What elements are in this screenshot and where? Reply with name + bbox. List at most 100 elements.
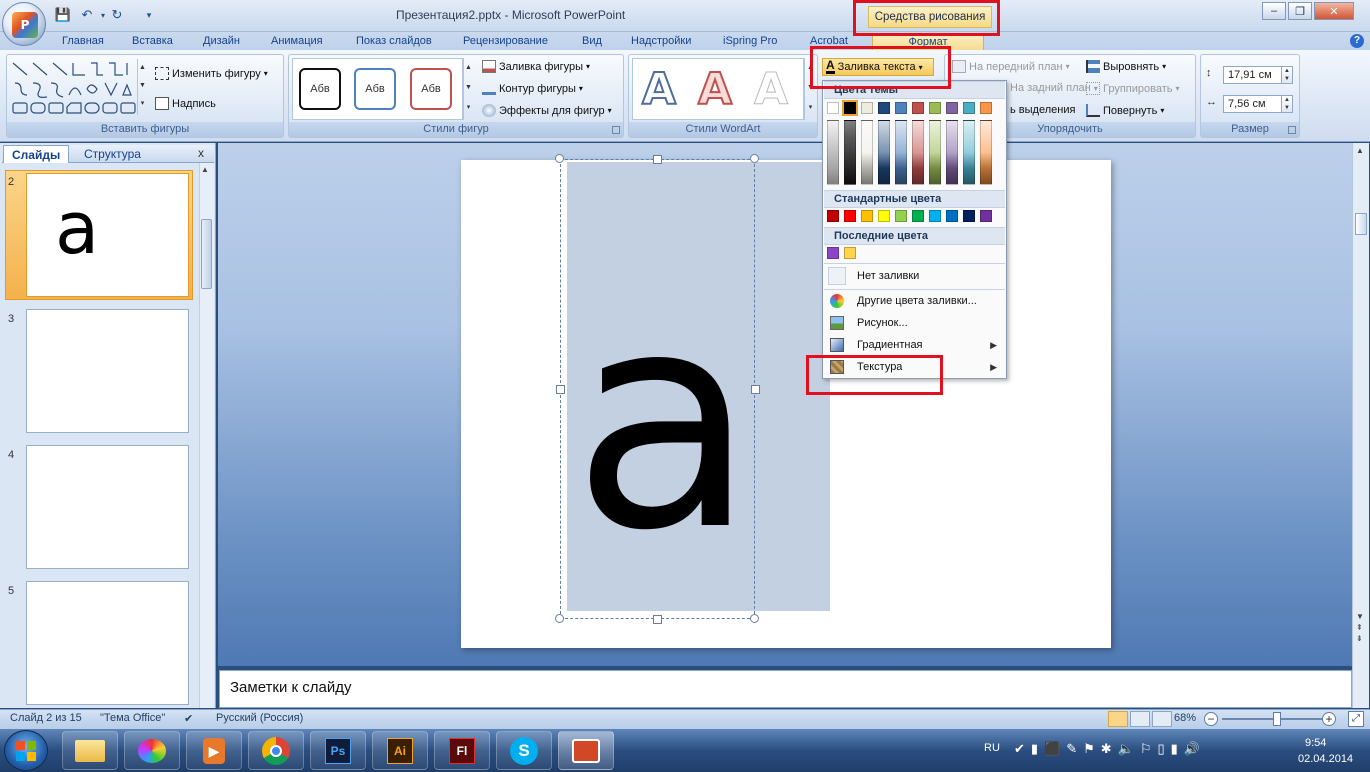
taskbar-paint[interactable] — [124, 731, 180, 770]
tab-design[interactable]: Дизайн — [203, 33, 240, 49]
theme-shade-column[interactable] — [844, 120, 856, 185]
tab-ispring[interactable]: iSpring Pro — [723, 33, 777, 49]
taskbar-explorer[interactable] — [62, 731, 118, 770]
notes-field[interactable]: Заметки к слайду — [219, 670, 1352, 708]
slide-thumbnail-5[interactable] — [26, 581, 189, 705]
theme-shade-column[interactable] — [963, 120, 975, 185]
zoom-in-icon[interactable]: + — [1322, 712, 1336, 726]
scroll-up-icon[interactable]: ▲ — [1356, 146, 1364, 155]
theme-color-swatch[interactable] — [878, 102, 890, 114]
tab-slides[interactable]: Слайды — [3, 145, 70, 163]
tab-home[interactable]: Главная — [62, 33, 104, 49]
slide-thumbnail-4[interactable] — [26, 445, 189, 569]
standard-color-swatch[interactable] — [912, 210, 924, 222]
align-button[interactable]: Выровнять ▾ — [1086, 60, 1166, 73]
zoom-out-icon[interactable]: − — [1204, 712, 1218, 726]
theme-shade-column[interactable] — [827, 120, 839, 185]
clock-date[interactable]: 02.04.2014 — [1298, 753, 1353, 765]
scroll-up-icon[interactable]: ▲ — [201, 165, 209, 174]
office-button[interactable]: P — [2, 2, 46, 46]
scroll-thumb[interactable] — [201, 219, 212, 289]
shape-styles-scroll[interactable]: ▲ ▼ ▾ — [462, 58, 474, 120]
taskbar-flash[interactable]: Fl — [434, 731, 490, 770]
shapes-gallery-scroll[interactable]: ▲ ▼ ▾ — [137, 59, 147, 115]
language-indicator[interactable]: Русский (Россия) — [216, 712, 303, 724]
resize-handle[interactable] — [555, 154, 564, 163]
slide-thumbnail-2[interactable]: a — [26, 173, 189, 297]
resize-handle[interactable] — [653, 615, 662, 624]
pane-close-icon[interactable]: x — [198, 146, 204, 160]
close-button[interactable]: ✕ — [1314, 2, 1354, 20]
resize-handle[interactable] — [750, 154, 759, 163]
standard-color-swatch[interactable] — [963, 210, 975, 222]
theme-shade-column[interactable] — [861, 120, 873, 185]
taskbar-powerpoint[interactable] — [558, 731, 614, 770]
tray-icons[interactable]: ✔▮⬛✎⚑✱🔈⚐▯▮🔊 — [1014, 741, 1206, 757]
gradient-fill-item[interactable]: Градиентная ▶ — [824, 334, 1005, 356]
textbox-button[interactable]: Надпись — [155, 97, 216, 110]
standard-color-swatch[interactable] — [844, 210, 856, 222]
theme-color-swatch[interactable] — [895, 102, 907, 114]
dialog-launcher-icon[interactable] — [1288, 126, 1296, 134]
tab-addins[interactable]: Надстройки — [631, 33, 691, 49]
tab-outline[interactable]: Структура — [76, 145, 149, 163]
shapes-gallery[interactable] — [11, 59, 139, 117]
shape-height-field[interactable]: 17,91 см — [1223, 66, 1283, 84]
picture-fill-item[interactable]: Рисунок... — [824, 312, 1005, 334]
shape-effects-button[interactable]: Эффекты для фигур ▾ — [482, 104, 612, 117]
taskbar-illustrator[interactable]: Ai — [372, 731, 428, 770]
recent-color-swatch[interactable] — [844, 247, 856, 259]
rotate-button[interactable]: Повернуть ▾ — [1086, 104, 1164, 117]
resize-handle[interactable] — [750, 614, 759, 623]
wordart-style-2[interactable]: A — [697, 63, 733, 116]
help-icon[interactable]: ? — [1350, 34, 1364, 48]
tab-review[interactable]: Рецензирование — [463, 33, 548, 49]
resize-handle[interactable] — [556, 385, 565, 394]
slides-scrollbar[interactable]: ▲ — [199, 163, 214, 708]
wordart-style-1[interactable]: A — [641, 63, 677, 116]
resize-handle[interactable] — [653, 155, 662, 164]
shape-style-3[interactable]: Абв — [410, 68, 452, 110]
edit-shape-button[interactable]: Изменить фигуру ▾ — [155, 67, 268, 80]
customize-qat-icon[interactable]: ▾ — [140, 6, 158, 24]
selection-pane-button[interactable]: ь выделения — [1010, 104, 1075, 116]
theme-shade-column[interactable] — [895, 120, 907, 185]
fit-to-window-icon[interactable]: ⤢ — [1348, 711, 1364, 727]
slide-thumbnail-3[interactable] — [26, 309, 189, 433]
taskbar-media-player[interactable]: ▶ — [186, 731, 242, 770]
theme-shade-column[interactable] — [878, 120, 890, 185]
main-scrollbar[interactable]: ▲ ▼ ⇞ ⇟ — [1352, 143, 1369, 708]
tab-insert[interactable]: Вставка — [132, 33, 173, 49]
start-button[interactable] — [4, 730, 48, 771]
standard-color-swatch[interactable] — [878, 210, 890, 222]
resize-handle[interactable] — [751, 385, 760, 394]
taskbar-photoshop[interactable]: Ps — [310, 731, 366, 770]
shape-outline-button[interactable]: Контур фигуры ▾ — [482, 82, 583, 95]
send-back-button[interactable]: На задний план ▾ — [1010, 82, 1098, 94]
zoom-level[interactable]: 68% — [1174, 712, 1196, 724]
resize-handle[interactable] — [555, 614, 564, 623]
shape-width-field[interactable]: 7,56 см — [1223, 95, 1283, 113]
sorter-view-icon[interactable] — [1130, 711, 1150, 727]
slideshow-view-icon[interactable] — [1152, 711, 1172, 727]
minimize-button[interactable]: – — [1262, 2, 1286, 20]
tab-animation[interactable]: Анимация — [271, 33, 323, 49]
standard-color-swatch[interactable] — [895, 210, 907, 222]
theme-color-swatch[interactable] — [842, 100, 858, 116]
taskbar-skype[interactable]: S — [496, 731, 552, 770]
theme-color-swatch[interactable] — [946, 102, 958, 114]
tab-slideshow[interactable]: Показ слайдов — [356, 33, 432, 49]
standard-color-swatch[interactable] — [980, 210, 992, 222]
height-spinner[interactable]: ▲ ▼ — [1281, 66, 1293, 84]
tab-view[interactable]: Вид — [582, 33, 602, 49]
width-spinner[interactable]: ▲ ▼ — [1281, 95, 1293, 113]
zoom-slider[interactable] — [1222, 718, 1322, 720]
wordart-style-3[interactable]: A — [753, 64, 788, 116]
no-fill-item[interactable]: Нет заливки — [824, 265, 1005, 287]
standard-color-swatch[interactable] — [946, 210, 958, 222]
spellcheck-icon[interactable]: ✔ — [184, 712, 193, 725]
more-fill-colors-item[interactable]: Другие цвета заливки... — [824, 290, 1005, 312]
standard-color-swatch[interactable] — [929, 210, 941, 222]
theme-color-swatch[interactable] — [980, 102, 992, 114]
shape-style-2[interactable]: Абв — [354, 68, 396, 110]
